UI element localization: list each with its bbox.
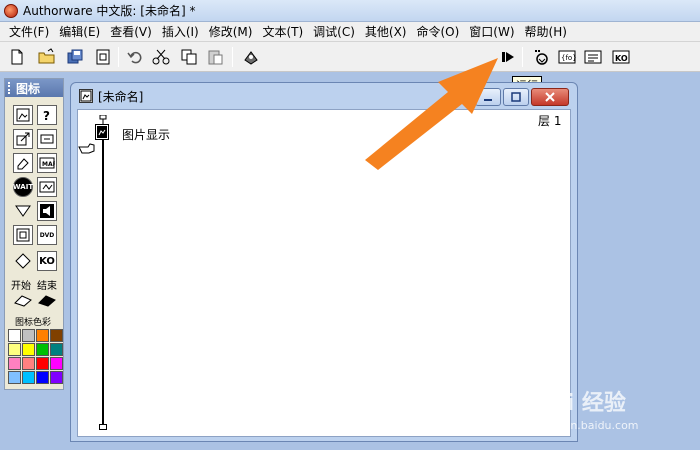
calculation-icon[interactable]	[37, 129, 57, 149]
framework-icon[interactable]	[13, 225, 33, 245]
svg-text:?: ?	[43, 109, 50, 123]
close-button[interactable]	[531, 88, 569, 106]
close-icon	[545, 92, 555, 102]
undo-icon[interactable]	[124, 46, 146, 68]
menu-debug[interactable]: 调试(C)	[308, 23, 360, 40]
menu-text[interactable]: 文本(T)	[257, 23, 308, 40]
end-flag-label: 结束	[37, 281, 57, 292]
watermark-url: jingyan.baidu.com	[537, 419, 639, 432]
cut-icon[interactable]	[150, 46, 172, 68]
menu-window[interactable]: 窗口(W)	[464, 23, 519, 40]
color-swatch[interactable]	[36, 357, 49, 370]
flowline-end-marker	[99, 424, 107, 430]
color-swatch[interactable]	[36, 343, 49, 356]
start-flag-label: 开始	[11, 281, 31, 292]
menu-help[interactable]: 帮助(H)	[520, 23, 572, 40]
menu-edit[interactable]: 编辑(E)	[54, 23, 105, 40]
functions-icon[interactable]: {fo}	[556, 46, 578, 68]
menu-command[interactable]: 命令(O)	[411, 23, 464, 40]
end-flag-icon[interactable]	[37, 293, 57, 307]
color-swatch[interactable]	[50, 329, 63, 342]
flowline	[102, 124, 104, 430]
icon-palette: 图标 ? MAP WAIT DVD KO 开始 结束 图标色彩	[4, 78, 64, 390]
color-swatch[interactable]	[8, 371, 21, 384]
paste-icon[interactable]	[204, 46, 226, 68]
new-file-icon[interactable]	[6, 46, 28, 68]
variables-icon[interactable]	[582, 46, 604, 68]
color-swatch[interactable]	[50, 343, 63, 356]
svg-text:KO: KO	[615, 54, 628, 63]
svg-text:{fo}: {fo}	[561, 54, 576, 62]
baidu-watermark: Bai 经验 jingyan.baidu.com	[535, 375, 695, 435]
display-node-label[interactable]: 图片显示	[122, 126, 170, 143]
color-swatch[interactable]	[22, 329, 35, 342]
copy-icon[interactable]	[178, 46, 200, 68]
orange-arrow-icon	[365, 58, 498, 170]
interaction-icon[interactable]: ?	[37, 105, 57, 125]
color-swatch[interactable]	[50, 371, 63, 384]
menu-view[interactable]: 查看(V)	[105, 23, 157, 40]
decision-icon[interactable]	[13, 201, 33, 221]
display-node-icon[interactable]	[95, 124, 109, 140]
knowledge-object-icon[interactable]: KO	[37, 251, 57, 271]
motion-icon[interactable]	[13, 129, 33, 149]
color-swatch[interactable]	[8, 343, 21, 356]
color-swatch[interactable]	[22, 371, 35, 384]
palette-title: 图标	[16, 81, 41, 96]
display-icon[interactable]	[13, 105, 33, 125]
find-icon[interactable]	[240, 46, 262, 68]
maximize-icon	[511, 92, 521, 102]
import-icon[interactable]	[92, 46, 114, 68]
open-folder-icon[interactable]	[36, 46, 58, 68]
map-icon[interactable]: MAP	[37, 153, 57, 173]
color-swatch[interactable]	[36, 329, 49, 342]
menu-bar: 文件(F) 编辑(E) 查看(V) 插入(I) 修改(M) 文本(T) 调试(C…	[0, 22, 700, 42]
navigate-icon[interactable]	[13, 251, 33, 271]
flowchart-window-icon	[79, 89, 93, 103]
control-panel-icon[interactable]	[530, 46, 552, 68]
flowchart-title: [未命名]	[98, 89, 144, 104]
save-all-icon[interactable]	[64, 46, 86, 68]
menu-modify[interactable]: 修改(M)	[204, 23, 258, 40]
dvd-icon[interactable]: DVD	[37, 225, 57, 245]
grip-icon[interactable]	[8, 82, 12, 94]
wait-icon[interactable]: WAIT	[13, 177, 33, 197]
menu-insert[interactable]: 插入(I)	[157, 23, 204, 40]
app-title-bar: Authorware 中文版: [未命名] *	[0, 0, 700, 22]
start-flag-icon[interactable]	[13, 293, 33, 307]
color-swatch[interactable]	[8, 357, 21, 370]
watermark-brand: Bai 经验	[535, 391, 626, 416]
digital-movie-icon[interactable]	[37, 177, 57, 197]
layer-label: 层 1	[538, 114, 562, 128]
sound-icon[interactable]	[37, 201, 57, 221]
paste-hand-icon	[78, 140, 96, 154]
menu-other[interactable]: 其他(X)	[360, 23, 412, 40]
color-swatch[interactable]	[22, 343, 35, 356]
color-swatch[interactable]	[50, 357, 63, 370]
app-title: Authorware 中文版: [未命名] *	[23, 4, 196, 18]
knowledge-objects-icon[interactable]: KO	[610, 46, 632, 68]
icon-colors-label: 图标色彩	[15, 318, 52, 328]
color-swatch[interactable]	[36, 371, 49, 384]
color-swatch[interactable]	[22, 357, 35, 370]
erase-icon[interactable]	[13, 153, 33, 173]
authorware-logo-icon	[4, 3, 18, 18]
palette-header: 图标	[5, 79, 63, 97]
svg-text:MAP: MAP	[42, 161, 55, 168]
color-swatch[interactable]	[8, 329, 21, 342]
menu-file[interactable]: 文件(F)	[4, 23, 54, 40]
flowline-start-marker	[96, 114, 110, 125]
